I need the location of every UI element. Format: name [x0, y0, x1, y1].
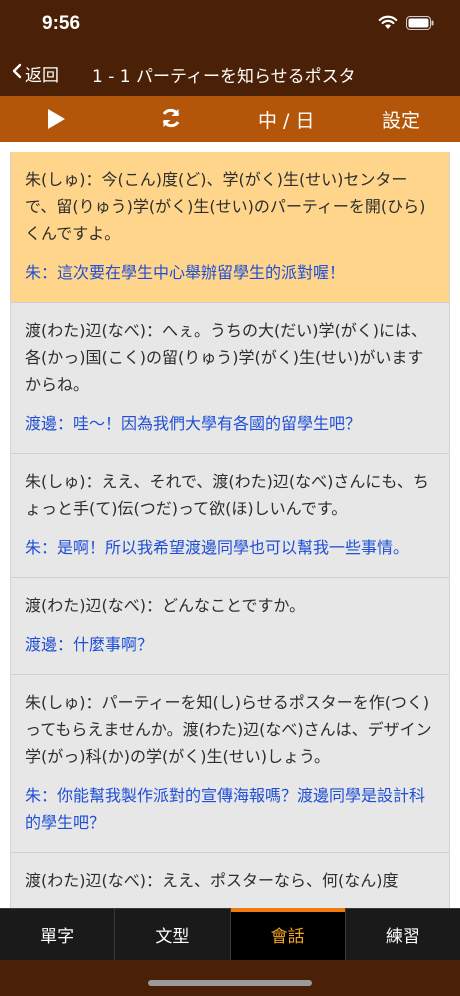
tab-vocabulary[interactable]: 單字 — [0, 909, 116, 960]
tab-bar: 單字 文型 會話 練習 — [0, 908, 460, 960]
chinese-translation: 渡邊：什麼事啊？ — [25, 635, 154, 654]
tab-practice[interactable]: 練習 — [346, 909, 460, 960]
dialogue-item-5[interactable]: 朱(しゅ)：パーティーを知(し)らせるポスターを作(つく)ってもらえませんか。渡… — [11, 675, 449, 853]
status-time: 9:56 — [42, 13, 81, 34]
dialogue-list: 朱(しゅ)：今(こん)度(ど)、学(がく)生(せい)センターで、留(りゅう)学(… — [10, 152, 450, 908]
settings-button[interactable]: 設定 — [382, 106, 420, 133]
japanese-line: 朱(しゅ)：ええ、それで、渡(わた)辺(なべ)さんにも、ちょっと手(て)伝(つだ… — [25, 472, 429, 518]
refresh-icon[interactable] — [160, 107, 182, 133]
conversation-list[interactable]: 朱(しゅ)：今(こん)度(ど)、学(がく)生(せい)センターで、留(りゅう)学(… — [0, 142, 460, 908]
page-title: 1 - 1 パーティーを知らせるポスタ — [92, 67, 356, 87]
back-button[interactable]: 返回 — [12, 61, 59, 86]
japanese-line: 渡(わた)辺(なべ)：ええ、ポスターなら、何(なん)度 — [25, 871, 399, 890]
japanese-line: 朱(しゅ)：今(こん)度(ど)、学(がく)生(せい)センターで、留(りゅう)学(… — [25, 170, 426, 243]
chinese-translation: 朱：這次要在學生中心舉辦留學生的派對喔！ — [25, 263, 346, 282]
dialogue-item-1[interactable]: 朱(しゅ)：今(こん)度(ど)、学(がく)生(せい)センターで、留(りゅう)学(… — [11, 152, 449, 303]
home-indicator[interactable] — [148, 980, 312, 986]
bottom-safe-area — [0, 960, 460, 996]
navigation-bar: 返回 1 - 1 パーティーを知らせるポスタ — [0, 52, 460, 96]
chevron-left-icon — [12, 63, 22, 84]
battery-icon — [406, 15, 434, 34]
dialogue-item-6[interactable]: 渡(わた)辺(なべ)：ええ、ポスターなら、何(なん)度 — [11, 853, 449, 908]
japanese-line: 渡(わた)辺(なべ)：へぇ。うちの大(だい)学(がく)には、各(かっ)国(こく)… — [25, 321, 427, 394]
dialogue-item-3[interactable]: 朱(しゅ)：ええ、それで、渡(わた)辺(なべ)さんにも、ちょっと手(て)伝(つだ… — [11, 454, 449, 578]
back-label: 返回 — [25, 66, 59, 86]
tab-conversation[interactable]: 會話 — [230, 908, 346, 960]
japanese-line: 朱(しゅ)：パーティーを知(し)らせるポスターを作(つく)ってもらえませんか。渡… — [25, 693, 432, 766]
chinese-translation: 朱：你能幫我製作派對的宣傳海報嗎？渡邊同學是設計科的學生吧？ — [25, 786, 426, 832]
play-icon[interactable] — [46, 108, 66, 134]
tab-sentence-patterns[interactable]: 文型 — [115, 909, 231, 960]
wifi-icon — [378, 15, 398, 34]
chinese-translation: 渡邊：哇～！因為我們大學有各國的留學生吧？ — [25, 414, 362, 433]
chinese-translation: 朱：是啊！所以我希望渡邊同學也可以幫我一些事情。 — [25, 538, 410, 557]
status-icons — [378, 15, 434, 34]
status-bar: 9:56 — [0, 0, 460, 52]
dialogue-item-2[interactable]: 渡(わた)辺(なべ)：へぇ。うちの大(だい)学(がく)には、各(かっ)国(こく)… — [11, 303, 449, 454]
language-toggle-button[interactable]: 中 / 日 — [258, 106, 314, 133]
dialogue-item-4[interactable]: 渡(わた)辺(なべ)：どんなことですか。 渡邊：什麼事啊？ — [11, 578, 449, 675]
toolbar: 中 / 日 設定 — [0, 96, 460, 142]
japanese-line: 渡(わた)辺(なべ)：どんなことですか。 — [25, 596, 306, 615]
